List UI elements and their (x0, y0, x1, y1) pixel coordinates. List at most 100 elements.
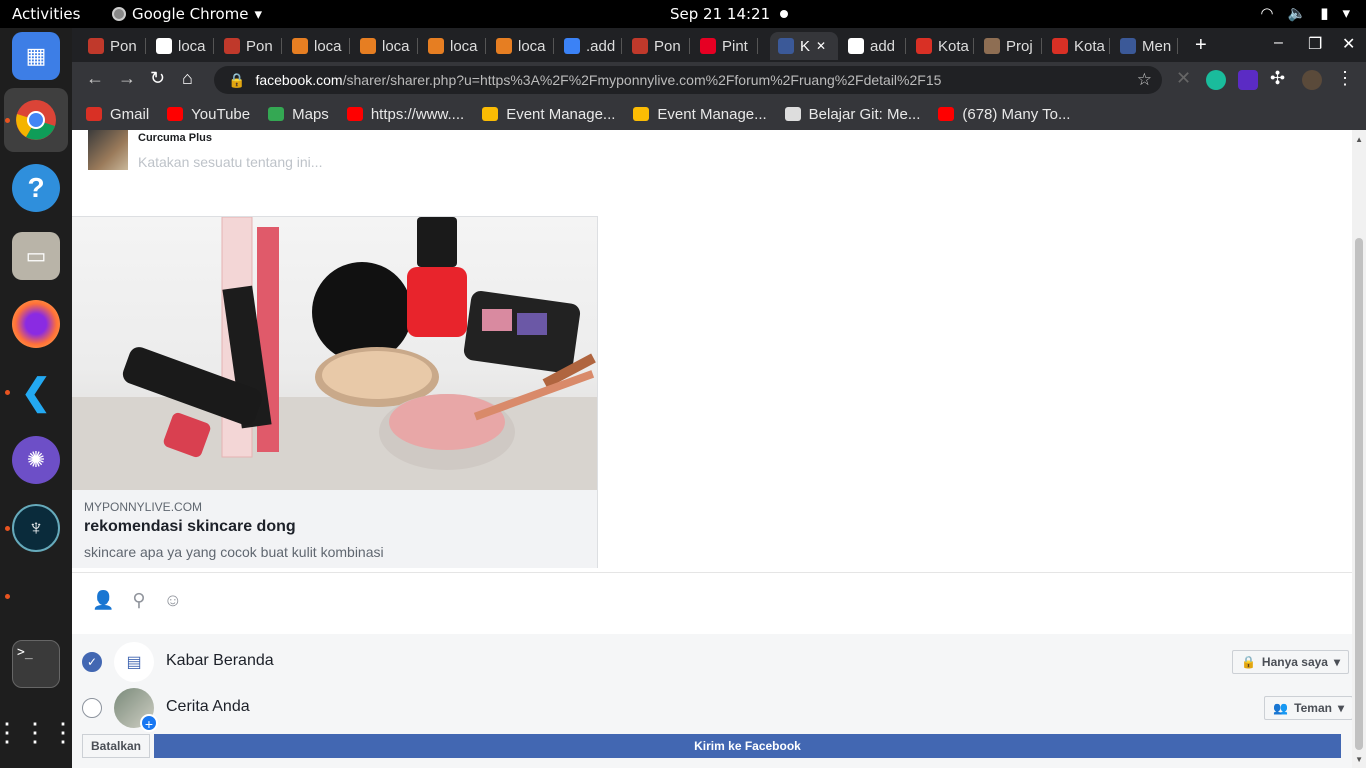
address-bar[interactable]: 🔒 facebook.com/sharer/sharer.php?u=https… (214, 66, 1162, 94)
extension-badge-icon[interactable] (1238, 70, 1258, 90)
link-preview-card[interactable]: MYPONNYLIVE.COM rekomendasi skincare don… (72, 216, 598, 568)
gitkraken-app-icon[interactable]: ♆ (12, 504, 60, 552)
calendar-app-icon[interactable]: ▦ (12, 32, 60, 80)
extension-m-icon[interactable] (1206, 70, 1226, 90)
close-tab-icon[interactable]: ✕ (816, 39, 826, 53)
browser-tab[interactable]: loca (352, 32, 418, 60)
location-pin-icon[interactable]: ⚲ (132, 590, 145, 611)
privacy-selector[interactable]: 👥 Teman ▾ (1264, 696, 1353, 720)
scrollbar-thumb[interactable] (1355, 238, 1363, 750)
tab-separator (145, 38, 146, 54)
dock: ▦ ? ▭ ❮ ✺ ♆ >_ ⋮⋮⋮ (0, 28, 76, 768)
privacy-selector[interactable]: 🔒 Hanya saya ▾ (1231, 650, 1349, 674)
bookmark-label: (678) Many To... (962, 105, 1071, 123)
tab-favicon-icon (848, 38, 864, 54)
cancel-button[interactable]: Batalkan (82, 734, 150, 758)
app-menu[interactable]: Google Chrome ▾ (112, 5, 262, 23)
browser-tab[interactable]: add (840, 32, 906, 60)
bookmark-item[interactable]: Belajar Git: Me... (784, 106, 920, 123)
browser-tab[interactable]: Pon (624, 32, 690, 60)
tab-separator (1109, 38, 1110, 54)
activities-button[interactable]: Activities (12, 5, 80, 23)
system-top-bar: Activities Google Chrome ▾ Sep 21 14:21 … (0, 0, 1366, 28)
app-grid-icon[interactable]: ⋮⋮⋮ (0, 708, 76, 756)
bookmark-favicon-icon (633, 107, 650, 121)
clock[interactable]: Sep 21 14:21 (670, 5, 770, 23)
home-icon[interactable]: ⌂ (182, 68, 193, 89)
tab-label: Proj (1006, 37, 1033, 55)
extensions-puzzle-icon[interactable]: ✣ (1270, 68, 1285, 89)
bookmark-item[interactable]: Event Manage... (633, 106, 767, 123)
back-icon[interactable]: ← (86, 68, 104, 89)
scroll-up-icon[interactable]: ▲ (1355, 135, 1363, 144)
preview-domain: MYPONNYLIVE.COM (84, 500, 203, 514)
bookmark-item[interactable]: Maps (268, 106, 329, 123)
tab-favicon-icon (1052, 38, 1068, 54)
bookmark-label: Event Manage... (506, 105, 616, 123)
vscode-app-icon[interactable]: ❮ (12, 368, 60, 416)
terminal-app-icon[interactable]: >_ (12, 640, 60, 688)
browser-tab[interactable]: .add (556, 32, 622, 60)
browser-tab[interactable]: Proj (976, 32, 1042, 60)
help-app-icon[interactable]: ? (12, 164, 60, 212)
bookmark-item[interactable]: https://www.... (346, 106, 464, 123)
chrome-menu-icon[interactable]: ⋮ (1336, 68, 1354, 89)
browser-tab[interactable]: Pint (692, 32, 758, 60)
network-app-icon[interactable]: ✺ (12, 436, 60, 484)
browser-tab[interactable]: loca (488, 32, 554, 60)
browser-tab[interactable]: loca (148, 32, 214, 60)
extension-x-icon[interactable]: ✕ (1176, 68, 1191, 89)
bookmark-label: Gmail (110, 105, 150, 123)
bookmark-favicon-icon (167, 107, 184, 121)
tab-separator (349, 38, 350, 54)
bookmark-item[interactable]: Event Manage... (482, 106, 615, 123)
browser-tab[interactable]: loca (284, 32, 350, 60)
post-message-input[interactable]: Katakan sesuatu tentang ini... (138, 154, 322, 170)
tab-separator (281, 38, 282, 54)
bookmark-star-icon[interactable]: ☆ (1137, 70, 1152, 90)
facebook-share-dialog: Curcuma Plus Katakan sesuatu tentang ini… (72, 130, 1366, 768)
share-target-row[interactable]: + Cerita Anda 👥 Teman ▾ (82, 688, 1353, 732)
files-app-icon[interactable]: ▭ (12, 232, 60, 280)
bookmark-favicon-icon (86, 107, 102, 121)
preview-title[interactable]: rekomendasi skincare dong (84, 518, 296, 536)
emoji-icon[interactable]: ☺ (164, 590, 182, 611)
new-tab-button[interactable]: + (1195, 34, 1207, 57)
scroll-down-icon[interactable]: ▼ (1355, 755, 1363, 764)
tab-favicon-icon (292, 38, 308, 54)
close-window-icon[interactable]: ✕ (1342, 34, 1355, 54)
reload-icon[interactable]: ↻ (150, 68, 165, 89)
scrollbar[interactable]: ▲ ▼ (1352, 130, 1366, 768)
checkbox-checked[interactable]: ✓ (82, 652, 102, 672)
firefox-app-icon[interactable] (12, 300, 60, 348)
browser-tab[interactable]: loca (420, 32, 486, 60)
tab-label: Pint (722, 37, 748, 55)
browser-tab[interactable]: Kota (1044, 32, 1110, 60)
checkbox-unchecked[interactable] (82, 698, 102, 718)
browser-tab[interactable]: K ✕ (770, 32, 838, 60)
url-path: /sharer/sharer.php?u=https%3A%2F%2Fmypon… (342, 72, 942, 88)
browser-tab[interactable]: Kota (908, 32, 974, 60)
system-tray[interactable]: ◠ 🔈 ▮ ▾ (1260, 4, 1350, 22)
running-indicator (5, 594, 10, 599)
bookmark-item[interactable]: Gmail (86, 106, 149, 123)
bookmark-item[interactable]: (678) Many To... (938, 106, 1070, 123)
bookmark-item[interactable]: YouTube (167, 106, 250, 123)
forward-icon[interactable]: → (118, 68, 136, 89)
share-target-row[interactable]: ✓ ▤ Kabar Beranda 🔒 Hanya saya ▾ (82, 642, 1349, 682)
battery-icon: ▮ (1320, 4, 1329, 22)
profile-avatar[interactable] (1302, 70, 1322, 90)
tab-label: Men (1142, 37, 1172, 55)
minimize-icon[interactable]: – (1274, 34, 1283, 52)
app-name: Google Chrome (132, 5, 249, 23)
preview-image (72, 217, 597, 490)
chrome-app-icon (112, 7, 126, 21)
maximize-icon[interactable]: ❐ (1308, 34, 1322, 54)
chrome-dock-icon[interactable] (4, 88, 68, 152)
privacy-label: Teman (1294, 701, 1332, 715)
share-to-facebook-button[interactable]: Kirim ke Facebook (154, 734, 1341, 758)
browser-tab[interactable]: Pon (216, 32, 282, 60)
tag-friends-icon[interactable]: 👤 (92, 590, 114, 611)
browser-tab[interactable]: Pon (80, 32, 146, 60)
browser-tab[interactable]: Men (1112, 32, 1178, 60)
